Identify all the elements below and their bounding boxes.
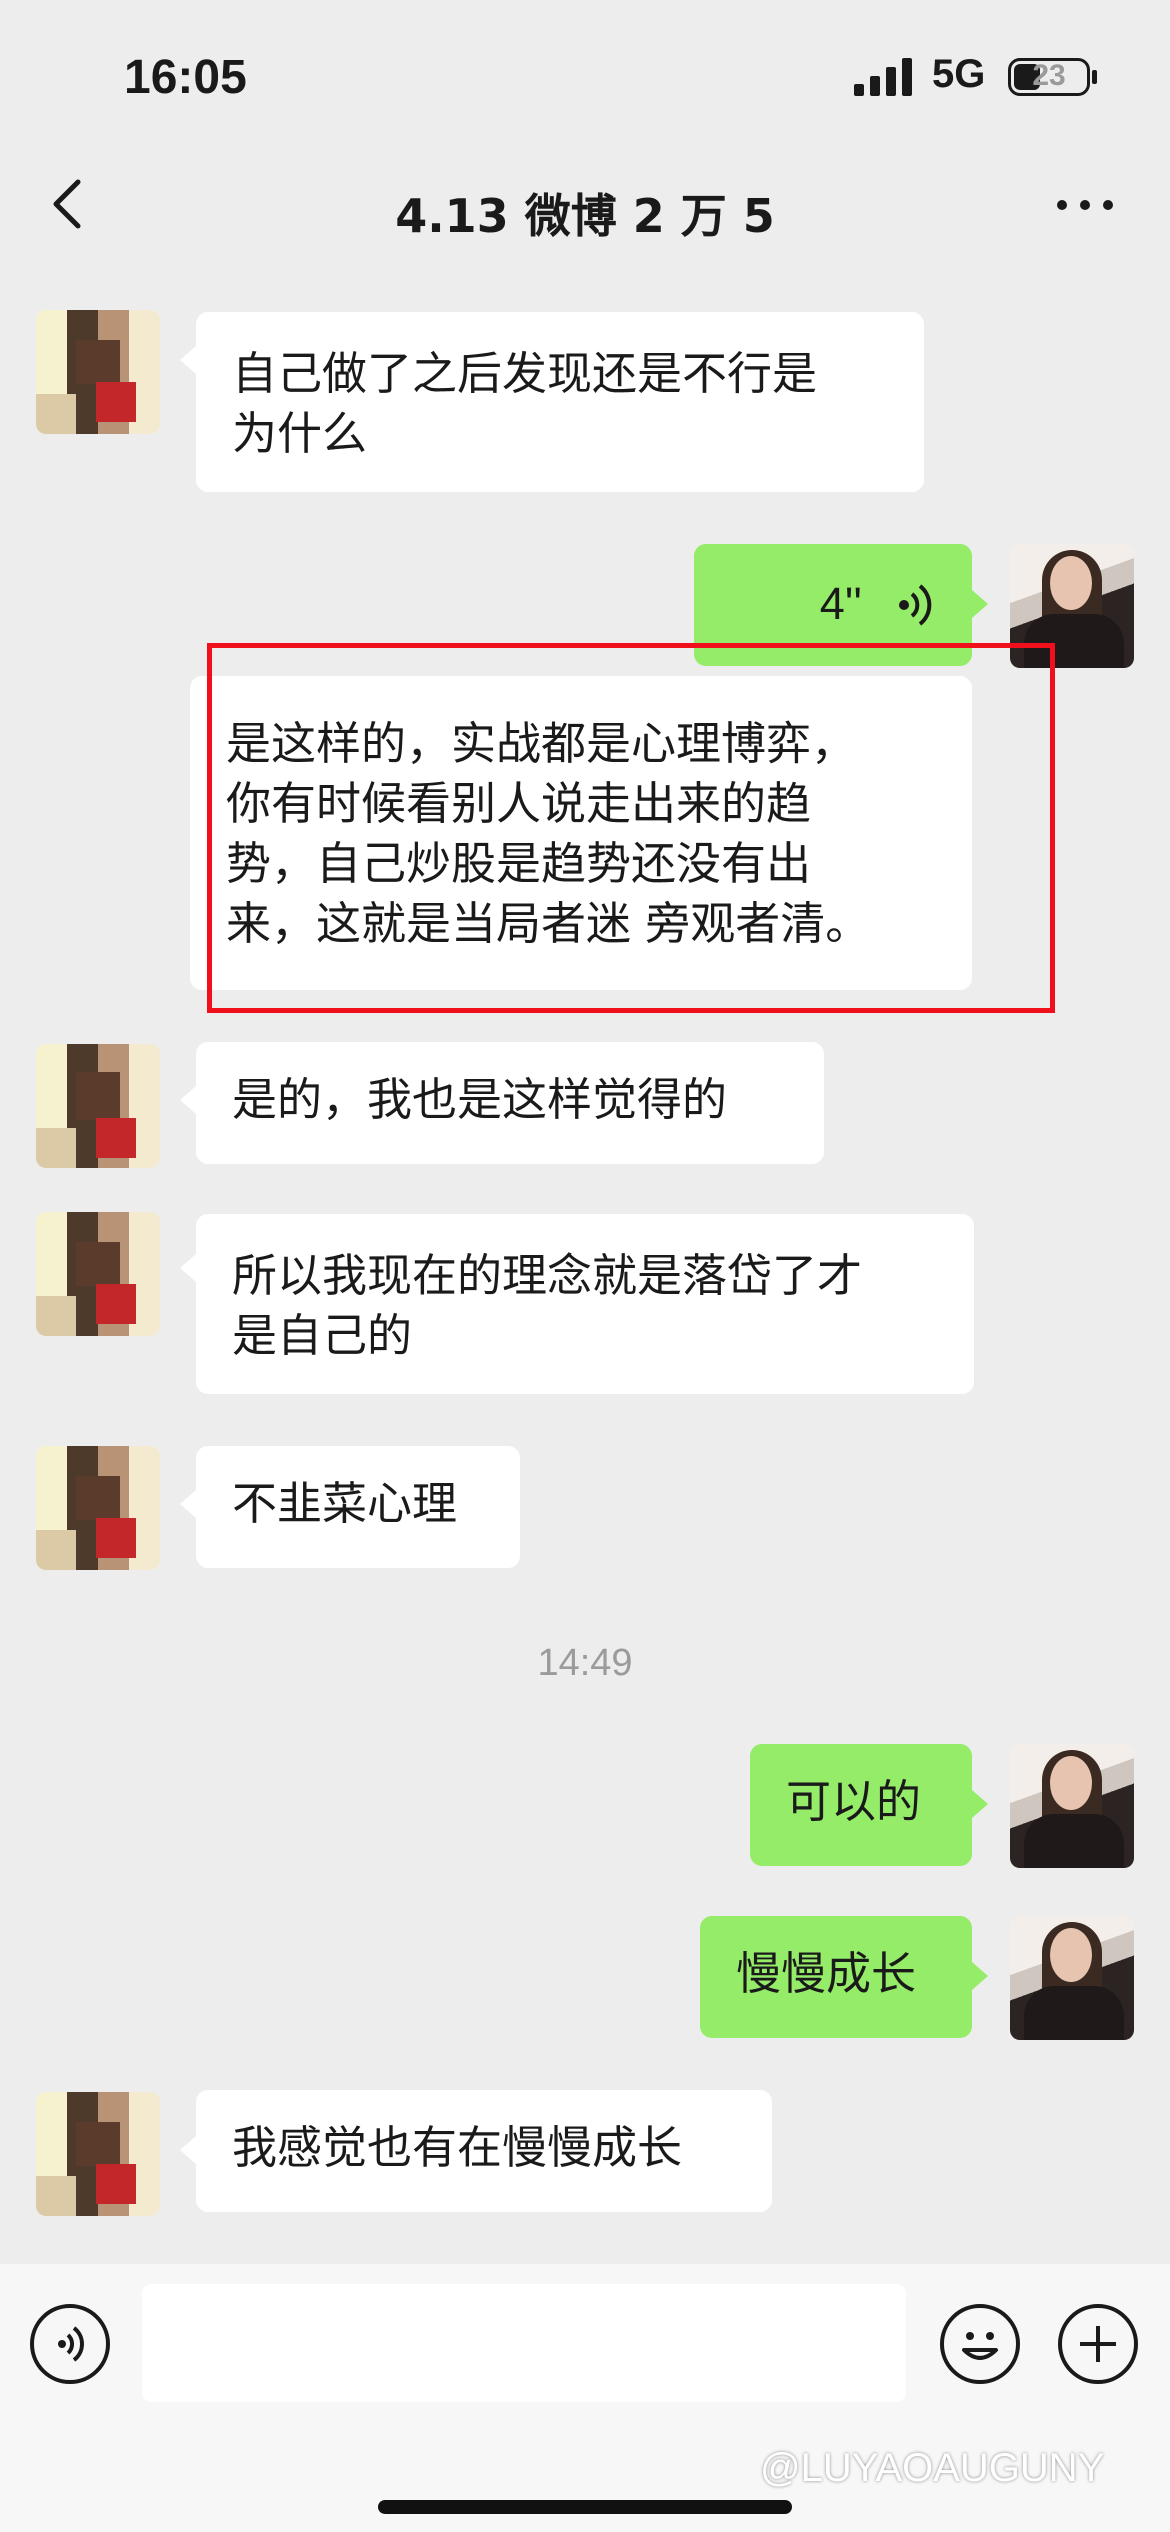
contact-avatar[interactable] (36, 1044, 160, 1168)
plus-icon (1080, 2326, 1116, 2362)
battery-level: 23 (1032, 59, 1066, 92)
message-line: 慢慢成长 (736, 1947, 917, 2000)
message-input[interactable] (142, 2284, 906, 2402)
message-bubble[interactable]: 可以的 (750, 1744, 972, 1866)
message-line: 是的，我也是这样觉得的 (232, 1073, 728, 1126)
network-type: 5G (932, 52, 986, 96)
self-avatar[interactable] (1010, 1744, 1134, 1868)
voice-input-button[interactable] (30, 2304, 110, 2384)
message-line: 是自己的 (232, 1309, 413, 1362)
chat-header: 4.13 微博 2 万 5 (0, 150, 1170, 270)
message-line: 不韭菜心理 (232, 1477, 458, 1530)
voice-wave-icon (899, 584, 932, 626)
contact-avatar[interactable] (36, 1212, 160, 1336)
message-line: 为什么 (232, 407, 368, 460)
message-line: 可以的 (786, 1775, 922, 1828)
watermark: @LUYAOAUGUNY (760, 2446, 1105, 2490)
emoji-icon (962, 2332, 998, 2360)
message-line: 我感觉也有在慢慢成长 (232, 2121, 683, 2174)
message-bubble[interactable]: 不韭菜心理 (196, 1446, 520, 1568)
more-functions-button[interactable] (1058, 2304, 1138, 2384)
contact-avatar[interactable] (36, 2092, 160, 2216)
contact-avatar[interactable] (36, 310, 160, 434)
more-options-icon[interactable] (1050, 180, 1120, 230)
message-bubble[interactable]: 所以我现在的理念就是落岱了才 是自己的 (196, 1214, 974, 1394)
message-line: 所以我现在的理念就是落岱了才 (232, 1249, 863, 1302)
voice-icon (58, 2326, 84, 2362)
message-timestamp: 14:49 (537, 1642, 633, 1684)
battery-icon: 23 (1008, 58, 1090, 96)
status-bar: 16:05 5G 23 (0, 0, 1170, 150)
chat-input-bar (0, 2264, 1170, 2532)
message-bubble[interactable]: 慢慢成长 (700, 1916, 972, 2038)
contact-avatar[interactable] (36, 1446, 160, 1570)
status-time: 16:05 (124, 51, 247, 104)
voice-duration: 4'' (819, 578, 862, 629)
message-bubble[interactable]: 我感觉也有在慢慢成长 (196, 2090, 772, 2212)
emoji-button[interactable] (940, 2304, 1020, 2384)
battery-tip (1092, 70, 1097, 84)
highlight-annotation-box (207, 643, 1055, 1013)
self-avatar[interactable] (1010, 1916, 1134, 2040)
home-indicator[interactable] (378, 2500, 792, 2514)
message-bubble[interactable]: 自己做了之后发现还是不行是 为什么 (196, 312, 924, 492)
cellular-signal-icon (854, 58, 912, 96)
chat-title: 4.13 微博 2 万 5 (395, 189, 775, 243)
message-line: 自己做了之后发现还是不行是 (232, 347, 818, 400)
message-bubble[interactable]: 是的，我也是这样觉得的 (196, 1042, 824, 1164)
